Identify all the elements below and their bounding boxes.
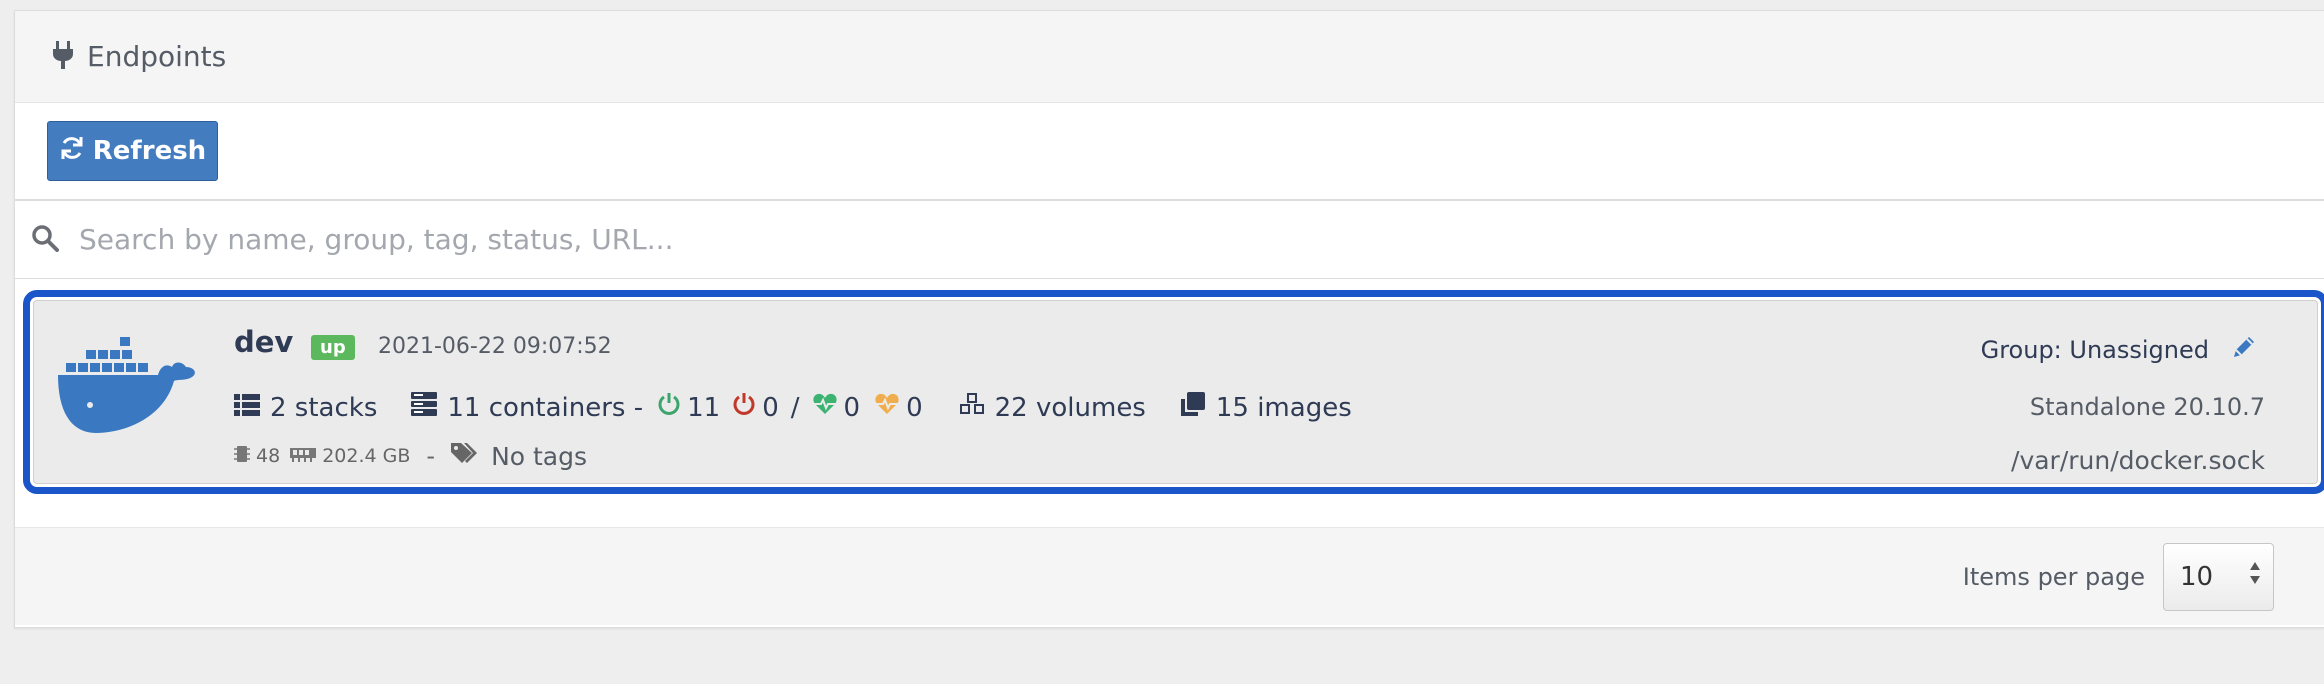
stacks-stat: 2 stacks [234, 393, 377, 423]
page-title: Endpoints [87, 40, 227, 73]
clone-icon [1180, 391, 1206, 424]
containers-stat: 11 containers - [411, 392, 643, 423]
refresh-button[interactable]: Refresh [47, 121, 218, 181]
heart-broken-icon [874, 392, 900, 423]
healthy-stat: 0 [812, 392, 861, 423]
cubes-icon [959, 392, 985, 423]
cpu-icon [234, 444, 250, 469]
images-stat: 15 images [1180, 391, 1352, 424]
edit-pencil-icon[interactable] [2231, 334, 2257, 366]
running-count: 11 [687, 392, 721, 423]
docker-logo-icon [56, 337, 198, 437]
endpoint-group: Group: Unassigned [1981, 334, 2257, 366]
unhealthy-stat: 0 [874, 392, 923, 423]
plug-icon [53, 40, 73, 73]
healthy-count: 0 [843, 392, 861, 423]
power-off-icon [732, 392, 756, 423]
memory-icon [290, 445, 317, 467]
images-count: 15 images [1215, 392, 1352, 423]
toolbar: Refresh [15, 103, 2324, 201]
items-per-page-value: 10 [2180, 561, 2214, 592]
items-per-page-label: Items per page [1962, 562, 2145, 591]
stopped-count: 0 [762, 392, 779, 423]
power-on-icon [657, 392, 681, 423]
volumes-count: 22 volumes [994, 392, 1146, 423]
volumes-stat: 22 volumes [959, 392, 1146, 423]
status-separator: / [790, 392, 800, 423]
pagination-footer: Items per page 10 [15, 527, 2324, 625]
running-stat: 11 [657, 392, 720, 423]
heartbeat-icon [812, 392, 838, 423]
search-icon [31, 224, 59, 256]
tags: No tags [451, 441, 587, 471]
server-icon [411, 392, 438, 423]
search-input[interactable] [79, 223, 1279, 256]
containers-count: 11 containers - [447, 392, 644, 423]
endpoint-card: dev up 2021-06-22 09:07:52 2 stacks 11 c… [33, 300, 2318, 484]
widget-header: Endpoints [15, 11, 2324, 103]
memory-amount: 202.4 GB [322, 445, 411, 467]
meta-separator: - [426, 442, 436, 470]
unhealthy-count: 0 [906, 392, 923, 423]
endpoint-stats: 2 stacks 11 containers - 11 0 / 0 0 22 v… [234, 391, 1352, 424]
refresh-icon [59, 135, 85, 168]
endpoints-widget: Endpoints Refresh Search by name, group,… [14, 10, 2324, 628]
sort-arrows-icon [2249, 560, 2261, 593]
tags-icon [451, 441, 481, 471]
endpoint-type: Standalone 20.10.7 [2029, 393, 2265, 421]
refresh-label: Refresh [92, 136, 207, 166]
group-label: Group: Unassigned [1980, 336, 2209, 364]
endpoint-timestamp: 2021-06-22 09:07:52 [378, 334, 612, 359]
stacks-count: 2 stacks [270, 392, 378, 423]
endpoint-item-dev[interactable]: dev up 2021-06-22 09:07:52 2 stacks 11 c… [23, 290, 2324, 494]
endpoint-meta: 48 202.4 GB - No tags [234, 441, 587, 471]
stopped-stat: 0 [732, 392, 779, 423]
endpoint-url: /var/run/docker.sock [2011, 446, 2265, 475]
items-per-page-select[interactable]: 10 [2163, 542, 2274, 611]
endpoint-name: dev [234, 325, 294, 359]
endpoint-list: dev up 2021-06-22 09:07:52 2 stacks 11 c… [15, 279, 2324, 527]
tags-value: No tags [491, 441, 588, 471]
status-badge: up [311, 335, 355, 360]
search-bar [15, 201, 2324, 279]
list-icon [234, 393, 260, 423]
cpu-count: 48 [256, 445, 281, 467]
